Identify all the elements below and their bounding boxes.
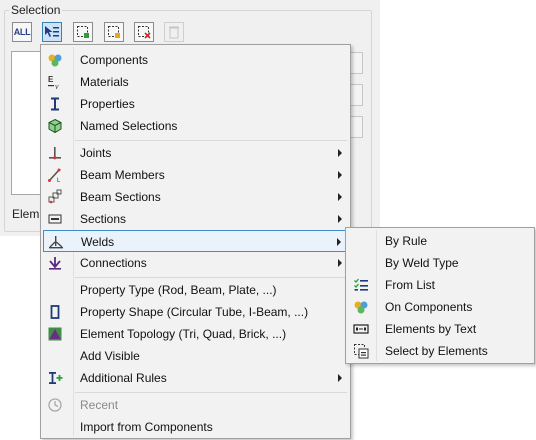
submenu-item-by-rule[interactable]: By Rule <box>348 230 532 252</box>
menu-item-beam-members[interactable]: L Beam Members <box>43 164 348 186</box>
text-id-icon <box>353 321 369 337</box>
side-button-2[interactable] <box>349 84 363 106</box>
menu-item-label: Connections <box>80 256 147 270</box>
menu-item-label: Beam Sections <box>80 190 161 204</box>
welds-submenu: By Rule By Weld Type From List On Compon… <box>345 227 535 364</box>
submenu-item-by-weld-type[interactable]: By Weld Type <box>348 252 532 274</box>
named-selections-icon <box>47 118 63 134</box>
menu-item-materials[interactable]: Ev Materials <box>43 71 348 93</box>
menu-separator <box>75 140 347 141</box>
menu-item-label: Import from Components <box>80 420 213 434</box>
menu-item-label: Properties <box>80 97 135 111</box>
submenu-arrow-icon <box>338 149 342 157</box>
menu-item-properties[interactable]: Properties <box>43 93 348 115</box>
box-select-toggle-icon <box>108 26 120 38</box>
menu-item-additional-rules[interactable]: Additional Rules <box>43 367 348 389</box>
menu-item-joints[interactable]: Joints <box>43 142 348 164</box>
menu-item-label: Additional Rules <box>80 371 167 385</box>
menu-item-label: Element Topology (Tri, Quad, Brick, ...) <box>80 327 287 341</box>
menu-item-label: Add Visible <box>80 349 140 363</box>
components-icon <box>353 299 369 315</box>
recent-icon <box>47 397 63 413</box>
svg-text:E: E <box>48 75 54 84</box>
menu-separator <box>75 277 347 278</box>
selection-dropdown-menu: Components Ev Materials Properties Named… <box>40 44 351 439</box>
menu-item-add-visible[interactable]: Add Visible <box>43 345 348 367</box>
list-icon <box>353 277 369 293</box>
select-all-label: ALL <box>13 27 31 37</box>
menu-item-components[interactable]: Components <box>43 49 348 71</box>
submenu-item-label: On Components <box>385 300 473 314</box>
joints-icon <box>47 145 63 161</box>
elements-label: Elem <box>12 207 40 221</box>
menu-item-label: Beam Members <box>80 168 165 182</box>
box-select-add-button[interactable] <box>73 22 93 42</box>
menu-item-import-from-components[interactable]: Import from Components <box>43 416 348 438</box>
menu-item-label: Recent <box>80 398 119 412</box>
components-icon <box>47 52 63 68</box>
submenu-item-label: By Rule <box>385 234 428 248</box>
properties-icon <box>47 96 63 112</box>
side-button-3[interactable] <box>349 116 363 138</box>
submenu-item-on-components[interactable]: On Components <box>348 296 532 318</box>
box-select-toggle-button[interactable] <box>104 22 124 42</box>
menu-item-label: Named Selections <box>80 119 178 133</box>
property-shape-icon <box>47 304 63 320</box>
menu-item-named-selections[interactable]: Named Selections <box>43 115 348 137</box>
submenu-item-select-by-elements[interactable]: Select by Elements <box>348 340 532 362</box>
property-type-icon <box>47 282 63 298</box>
welds-icon <box>48 234 64 250</box>
submenu-arrow-icon <box>338 215 342 223</box>
submenu-arrow-icon <box>338 171 342 179</box>
element-topology-icon <box>47 326 63 342</box>
menu-item-property-shape[interactable]: Property Shape (Circular Tube, I-Beam, .… <box>43 301 348 323</box>
submenu-item-label: From List <box>385 278 436 292</box>
submenu-arrow-icon <box>338 374 342 382</box>
svg-text:L: L <box>57 178 61 183</box>
menu-item-element-topology[interactable]: Element Topology (Tri, Quad, Brick, ...) <box>43 323 348 345</box>
box-select-remove-button[interactable] <box>134 22 154 42</box>
submenu-arrow-icon <box>337 238 341 246</box>
menu-item-label: Property Type (Rod, Beam, Plate, ...) <box>80 283 277 297</box>
menu-item-connections[interactable]: Connections <box>43 252 348 274</box>
menu-item-sections[interactable]: Sections <box>43 208 348 230</box>
submenu-item-from-list[interactable]: From List <box>348 274 532 296</box>
menu-item-label: Materials <box>80 75 129 89</box>
select-all-button[interactable]: ALL <box>12 22 32 42</box>
menu-item-beam-sections[interactable]: Beam Sections <box>43 186 348 208</box>
submenu-item-label: By Weld Type <box>385 256 459 270</box>
additional-rules-icon <box>47 370 63 386</box>
submenu-item-label: Elements by Text <box>385 322 477 336</box>
submenu-item-elements-by-text[interactable]: Elements by Text <box>348 318 532 340</box>
menu-item-property-type[interactable]: Property Type (Rod, Beam, Plate, ...) <box>43 279 348 301</box>
menu-item-welds[interactable]: Welds <box>43 230 348 252</box>
menu-item-label: Sections <box>80 212 127 226</box>
submenu-arrow-icon <box>338 193 342 201</box>
box-select-add-icon <box>77 26 89 38</box>
menu-item-label: Joints <box>80 146 112 160</box>
menu-item-label: Welds <box>81 235 115 249</box>
beam-members-icon: L <box>47 167 63 183</box>
sections-icon <box>47 211 63 227</box>
svg-text:v: v <box>55 82 59 90</box>
materials-icon: Ev <box>47 74 63 90</box>
menu-separator <box>75 392 347 393</box>
side-button-1[interactable] <box>349 52 363 74</box>
connections-icon <box>47 255 63 271</box>
beam-sections-icon <box>47 189 63 205</box>
submenu-arrow-icon <box>338 259 342 267</box>
delete-button[interactable] <box>164 22 184 42</box>
submenu-item-label: Select by Elements <box>385 344 488 358</box>
menu-item-recent[interactable]: Recent <box>43 394 348 416</box>
cursor-list-icon <box>45 26 59 37</box>
trash-icon <box>169 26 179 39</box>
box-select-remove-icon <box>138 26 151 39</box>
select-dropdown-button[interactable] <box>42 22 62 42</box>
menu-item-label: Property Shape (Circular Tube, I-Beam, .… <box>80 305 309 319</box>
selection-group-title: Selection <box>9 3 63 17</box>
select-elements-icon <box>353 343 369 359</box>
menu-item-label: Components <box>80 53 149 67</box>
